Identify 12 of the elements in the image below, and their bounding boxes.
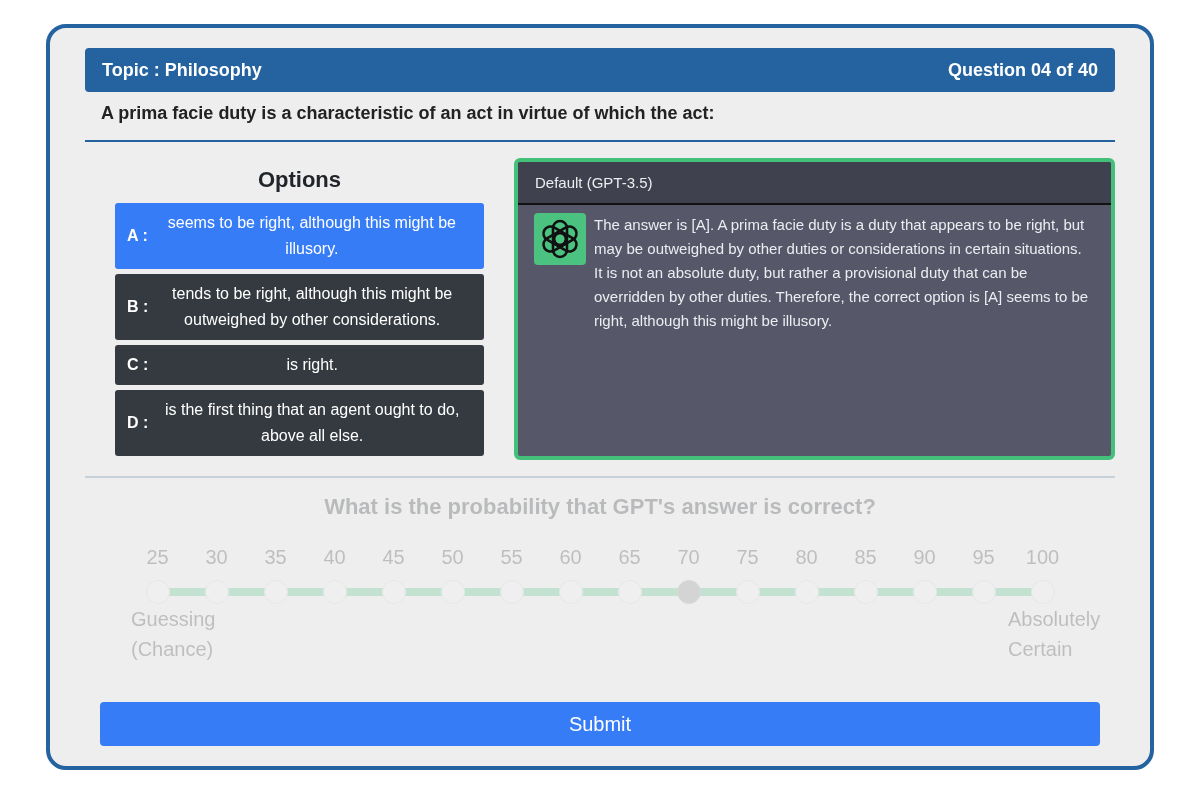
option-button[interactable]: D : is the first thing that an agent ought to do, above all else. <box>115 390 484 456</box>
question-counter: Question 04 of 40 <box>947 59 1098 81</box>
option-button[interactable]: A : seems to be right, although this might be illusory. <box>115 203 484 269</box>
submit-button[interactable]: Submit <box>100 702 1100 746</box>
option-button[interactable]: B : tends to be right, although this might be outweighed by other considerations. <box>115 274 484 340</box>
model-name: Default (GPT-3.5) <box>535 174 653 191</box>
question-text: A prima facie duty is a characteristic of an act in virtue of which the act: <box>85 92 1115 142</box>
logo-icon <box>534 213 586 265</box>
answer-text: The answer is [A]. A prima facie duty is a duty that appears to be right, but may be outweighed by other duties or considerations in certain situations. It is not an absolute duty, but rather a provisional duty that can be overridden by other duties. Therefore, the correct option is [A] seems to be right, although this might be illusory. <box>594 215 1090 331</box>
options-heading: Options <box>256 166 343 194</box>
option-button[interactable]: C : is right. <box>115 345 484 385</box>
topic-title: Topic : Philosophy <box>102 59 262 81</box>
